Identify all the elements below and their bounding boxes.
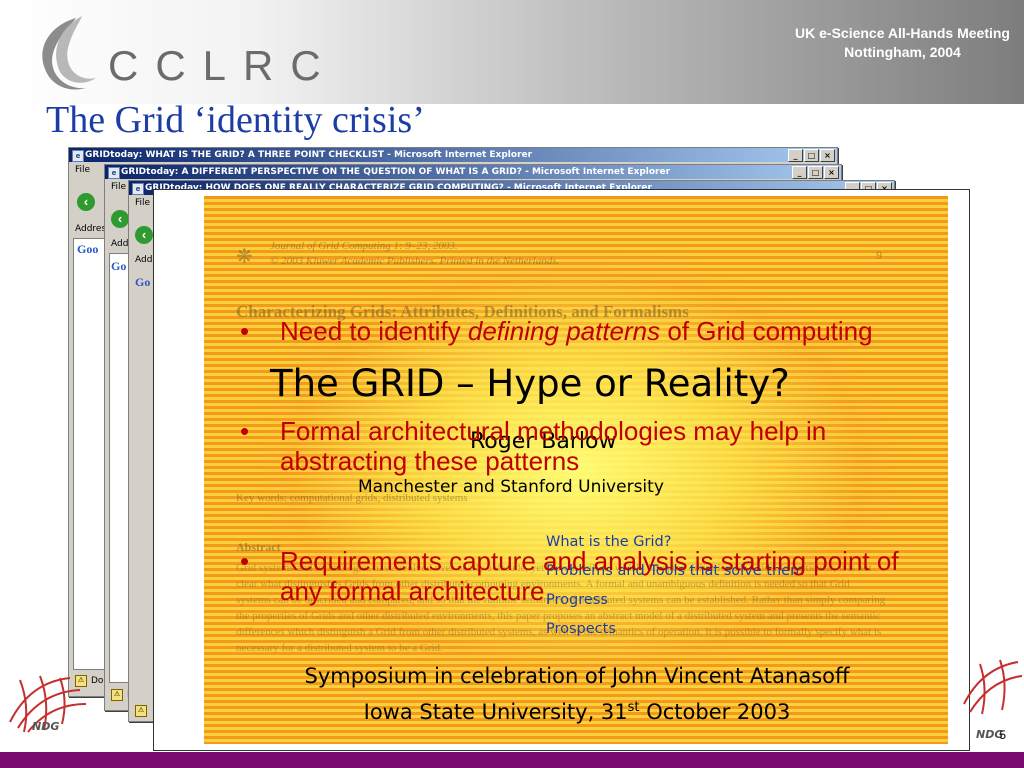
close-button[interactable]: × <box>824 166 839 179</box>
symposium-date-suffix: st <box>627 700 640 715</box>
bullet-dot: • <box>240 546 250 576</box>
window-titlebar[interactable]: e GRIDtoday: A DIFFERENT PERSPECTIVE ON … <box>105 165 841 179</box>
bottom-bar <box>0 752 1024 768</box>
google-logo: Go <box>111 259 127 273</box>
window-titlebar[interactable]: e GRIDtoday: WHAT IS THE GRID? A THREE P… <box>69 148 837 162</box>
meeting-info: UK e-Science All-Hands Meeting Nottingha… <box>795 24 1010 62</box>
outline-item: Prospects <box>546 621 616 637</box>
bullet-text: Requirements capture and analysis is sta… <box>280 546 899 606</box>
back-arrow-icon[interactable]: ‹ <box>77 193 95 211</box>
ndg-logo-right: NDG <box>958 654 1024 741</box>
google-logo: Goo <box>77 242 99 256</box>
bullet-item: • Need to identify defining patterns of … <box>240 316 910 346</box>
maximize-button[interactable]: □ <box>804 149 819 162</box>
ndg-label: NDG <box>32 720 60 733</box>
minimize-button[interactable]: _ <box>792 166 807 179</box>
meeting-location: Nottingham, 2004 <box>844 44 961 60</box>
window-title: GRIDtoday: A DIFFERENT PERSPECTIVE ON TH… <box>121 167 671 177</box>
bullet-item: • Requirements capture and analysis is s… <box>240 546 910 606</box>
back-arrow-icon[interactable]: ‹ <box>111 210 129 228</box>
bullet-text: of Grid computing <box>660 316 873 346</box>
window-title: GRIDtoday: WHAT IS THE GRID? A THREE POI… <box>85 150 533 160</box>
bullet-list: • Need to identify defining patterns of … <box>240 316 910 606</box>
status-text: Do <box>91 676 104 686</box>
google-logo: Go <box>135 275 151 289</box>
bullet-text: Need to identify <box>280 316 468 346</box>
back-arrow-icon[interactable]: ‹ <box>135 226 153 244</box>
symposium-date-prefix: Iowa State University, 31 <box>363 700 628 724</box>
maximize-button[interactable]: □ <box>808 166 823 179</box>
swoosh-icon <box>42 16 96 90</box>
status-icon: ⚠ <box>135 705 147 717</box>
slide-title: The Grid ‘identity crisis’ <box>46 99 425 141</box>
paper-page-number: 9 <box>876 248 882 262</box>
ie-icon: e <box>132 183 144 195</box>
bullet-dot: • <box>240 316 250 346</box>
grid-globe-icon <box>963 659 1023 715</box>
bullet-emphasis: defining patterns <box>467 316 661 346</box>
symposium-line2: Iowa State University, 31st October 2003 <box>223 692 931 728</box>
journal-logo-icon: ❋ <box>236 246 253 268</box>
window-controls: _ □ × <box>792 166 839 179</box>
close-button[interactable]: × <box>820 149 835 162</box>
symposium-line1: Symposium in celebration of John Vincent… <box>304 664 850 688</box>
ie-icon: e <box>108 167 120 179</box>
logo-text: CCLRC <box>108 42 338 89</box>
paper-copyright: © 2003 Kluwer Academic Publishers. Print… <box>270 255 560 267</box>
symposium-date-rest: October 2003 <box>639 700 791 724</box>
paper-journal: Journal of Grid Computing 1: 9–23, 2003. <box>270 240 458 252</box>
minimize-button[interactable]: _ <box>788 149 803 162</box>
page-number: 5 <box>999 728 1006 742</box>
bullet-text: Formal architectural methodologies may h… <box>280 416 827 476</box>
status-icon: ⚠ <box>111 689 123 701</box>
bullet-dot: • <box>240 416 250 446</box>
symposium-caption: Symposium in celebration of John Vincent… <box>223 660 931 728</box>
meeting-name: UK e-Science All-Hands Meeting <box>795 25 1010 41</box>
bullet-item: • Formal architectural methodologies may… <box>240 416 910 476</box>
ie-icon: e <box>72 150 84 162</box>
ndg-logo-left: NDG <box>0 672 90 736</box>
window-controls: _ □ × <box>788 149 835 162</box>
